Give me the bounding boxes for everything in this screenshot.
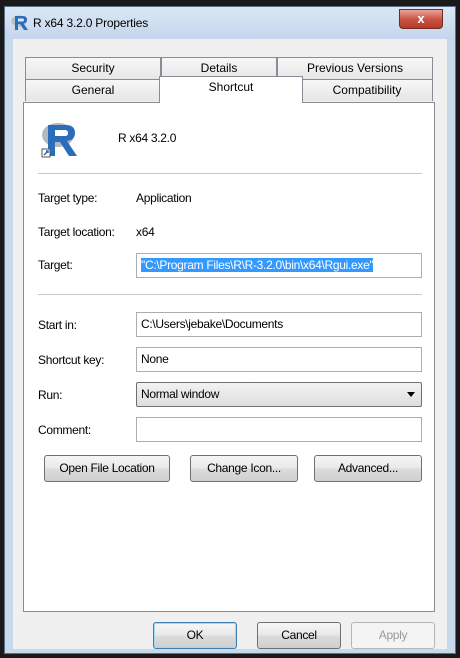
tab-compatibility[interactable]: Compatibility: [301, 79, 433, 101]
close-icon: x: [417, 11, 425, 26]
run-label: Run:: [38, 388, 63, 402]
properties-dialog: R x64 3.2.0 Properties x Security Detail…: [4, 6, 456, 654]
shortcut-key-input[interactable]: None: [136, 347, 422, 372]
divider: [38, 173, 422, 174]
shortcut-key-label: Shortcut key:: [38, 353, 105, 367]
tab-strip: Security Details Previous Versions Gener…: [23, 57, 435, 103]
tab-shortcut[interactable]: Shortcut: [159, 76, 303, 103]
target-type-label: Target type:: [38, 191, 98, 205]
target-location-label: Target location:: [38, 225, 115, 239]
target-value: "C:\Program Files\R\R-3.2.0\bin\x64\Rgui…: [141, 258, 374, 272]
tab-general[interactable]: General: [25, 79, 161, 101]
run-dropdown[interactable]: Normal window: [136, 382, 422, 407]
window-title: R x64 3.2.0 Properties: [33, 16, 148, 30]
comment-label: Comment:: [38, 423, 91, 437]
tab-security[interactable]: Security: [25, 57, 161, 79]
r-logo-icon: [11, 15, 28, 30]
comment-input[interactable]: [136, 417, 422, 442]
ok-button[interactable]: OK: [153, 622, 237, 649]
close-button[interactable]: x: [399, 9, 443, 29]
title-bar[interactable]: R x64 3.2.0 Properties x: [5, 7, 455, 39]
shortcut-panel: R x64 3.2.0 Target type: Application Tar…: [23, 102, 435, 612]
target-location-value: x64: [136, 225, 155, 239]
target-type-value: Application: [136, 191, 192, 205]
r-logo-icon: [41, 123, 77, 158]
apply-button[interactable]: Apply: [351, 622, 435, 649]
target-input[interactable]: "C:\Program Files\R\R-3.2.0\bin\x64\Rgui…: [136, 253, 422, 278]
start-in-input[interactable]: C:\Users\jebake\Documents: [136, 312, 422, 337]
app-name: R x64 3.2.0: [118, 131, 177, 145]
advanced-button[interactable]: Advanced...: [314, 455, 422, 482]
open-file-location-button[interactable]: Open File Location: [44, 455, 170, 482]
target-label: Target:: [38, 258, 73, 272]
run-value: Normal window: [141, 387, 220, 401]
change-icon-button[interactable]: Change Icon...: [190, 455, 298, 482]
divider: [38, 294, 422, 295]
start-in-label: Start in:: [38, 318, 77, 332]
cancel-button[interactable]: Cancel: [257, 622, 341, 649]
chevron-down-icon: [407, 392, 415, 397]
dialog-body: Security Details Previous Versions Gener…: [13, 39, 447, 649]
